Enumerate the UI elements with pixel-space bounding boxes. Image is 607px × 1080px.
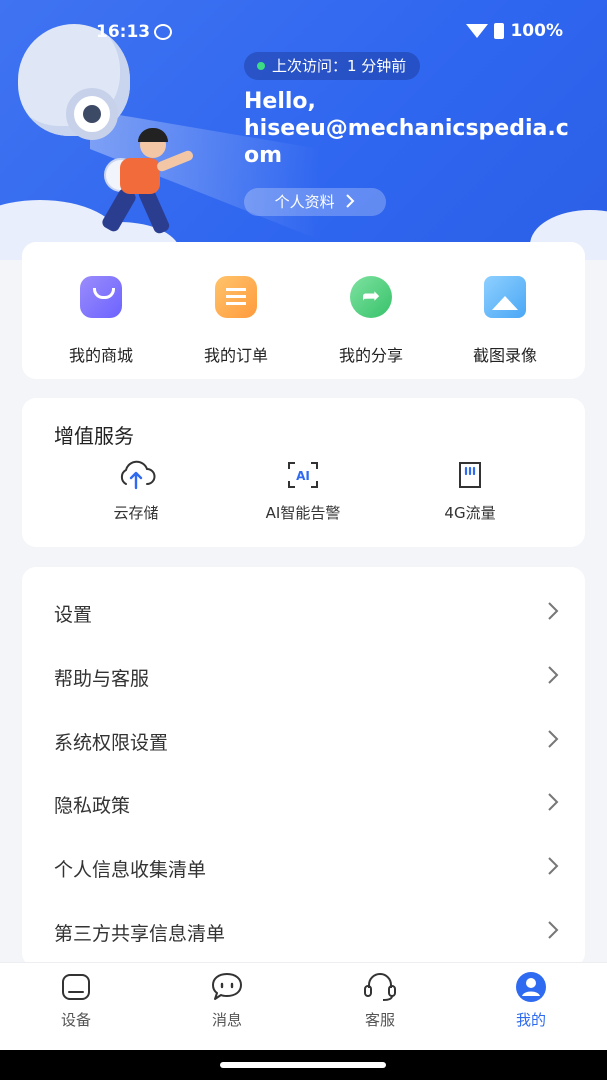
chevron-right-icon bbox=[543, 598, 563, 624]
quick-action-label: 截图录像 bbox=[472, 346, 537, 365]
menu-item-privacy-policy[interactable]: 隐私政策 bbox=[22, 771, 585, 834]
online-dot-icon bbox=[257, 62, 265, 70]
user-greeting: Hello, hiseeu@mechanicspedia.com bbox=[244, 88, 574, 169]
quick-action-orders[interactable]: 我的订单 bbox=[171, 276, 301, 366]
cloud-upload-icon bbox=[56, 460, 216, 490]
section-title: 增值服务 bbox=[54, 424, 134, 448]
quick-action-label: 我的订单 bbox=[203, 346, 268, 365]
quick-actions-card: 我的商城 我的订单 我的分享 截图录像 bbox=[22, 242, 585, 379]
menu-item-permissions[interactable]: 系统权限设置 bbox=[22, 708, 585, 771]
quick-action-share[interactable]: 我的分享 bbox=[306, 276, 436, 366]
battery-level: 100% bbox=[510, 21, 563, 41]
nav-label: 我的 bbox=[515, 1011, 546, 1029]
order-list-icon bbox=[215, 276, 257, 318]
svg-text:AI: AI bbox=[296, 469, 310, 483]
greeting-text: Hello, bbox=[244, 89, 316, 114]
chevron-right-icon bbox=[543, 917, 563, 943]
chevron-right-icon bbox=[339, 193, 355, 211]
nav-tab-mine[interactable]: 我的 bbox=[476, 971, 586, 1030]
menu-item-label: 设置 bbox=[54, 604, 93, 626]
nav-label: 消息 bbox=[211, 1011, 242, 1029]
message-icon bbox=[172, 971, 282, 1003]
chevron-right-icon bbox=[543, 662, 563, 688]
camera-lens-icon bbox=[66, 88, 118, 140]
home-indicator[interactable] bbox=[220, 1062, 386, 1068]
shopping-bag-icon bbox=[80, 276, 122, 318]
service-label: 4G流量 bbox=[444, 504, 496, 522]
settings-menu-card: 设置 帮助与客服 系统权限设置 隐私政策 个人信息收集清单 第三方共享信息清单 bbox=[22, 567, 585, 967]
menu-item-third-party-list[interactable]: 第三方共享信息清单 bbox=[22, 899, 585, 962]
user-icon bbox=[476, 971, 586, 1003]
menu-item-help[interactable]: 帮助与客服 bbox=[22, 644, 585, 707]
menu-item-label: 第三方共享信息清单 bbox=[54, 923, 226, 945]
illustration-body bbox=[120, 158, 160, 194]
profile-button-label: 个人资料 bbox=[274, 193, 335, 211]
service-cloud-storage[interactable]: 云存储 bbox=[56, 460, 216, 523]
profile-button[interactable]: 个人资料 bbox=[244, 188, 386, 216]
sim-card-icon bbox=[390, 460, 550, 490]
service-4g-data[interactable]: 4G流量 bbox=[390, 460, 550, 523]
menu-item-label: 系统权限设置 bbox=[54, 732, 169, 754]
notification-icon bbox=[154, 24, 172, 40]
service-ai-alarm[interactable]: AI AI智能告警 bbox=[223, 460, 383, 523]
service-label: 云存储 bbox=[113, 504, 159, 522]
headset-icon bbox=[325, 971, 435, 1003]
quick-action-label: 我的商城 bbox=[68, 346, 133, 365]
chevron-right-icon bbox=[543, 853, 563, 879]
menu-item-label: 隐私政策 bbox=[54, 795, 131, 817]
quick-action-mall[interactable]: 我的商城 bbox=[36, 276, 166, 366]
nav-label: 客服 bbox=[364, 1011, 395, 1029]
nav-label: 设备 bbox=[60, 1011, 91, 1029]
chevron-right-icon bbox=[543, 726, 563, 752]
last-visit-text: 上次访问：1 分钟前 bbox=[272, 57, 407, 75]
quick-action-screenshots[interactable]: 截图录像 bbox=[440, 276, 570, 366]
nav-tab-messages[interactable]: 消息 bbox=[172, 971, 282, 1030]
last-visit-badge: 上次访问：1 分钟前 bbox=[244, 52, 421, 80]
wifi-icon bbox=[466, 24, 489, 38]
menu-item-personal-info-list[interactable]: 个人信息收集清单 bbox=[22, 835, 585, 898]
status-indicators: 100% bbox=[466, 21, 563, 41]
image-icon bbox=[484, 276, 526, 318]
share-icon bbox=[350, 276, 392, 318]
menu-item-label: 帮助与客服 bbox=[54, 668, 150, 690]
device-icon bbox=[21, 971, 131, 1003]
value-services-card: 增值服务 云存储 AI AI智能告警 4G流量 bbox=[22, 398, 585, 547]
status-time: 16:13 bbox=[96, 22, 151, 42]
bottom-navigation: 设备 消息 客服 我的 bbox=[0, 962, 607, 1050]
quick-action-label: 我的分享 bbox=[338, 346, 403, 365]
service-label: AI智能告警 bbox=[265, 504, 341, 522]
menu-item-label: 个人信息收集清单 bbox=[54, 859, 207, 881]
nav-tab-devices[interactable]: 设备 bbox=[21, 971, 131, 1030]
user-email: hiseeu@mechanicspedia.com bbox=[244, 116, 569, 168]
ai-icon: AI bbox=[223, 460, 383, 490]
nav-tab-support[interactable]: 客服 bbox=[325, 971, 435, 1030]
battery-icon bbox=[494, 23, 505, 39]
menu-item-settings[interactable]: 设置 bbox=[22, 580, 585, 643]
chevron-right-icon bbox=[543, 789, 563, 815]
profile-header: 16:13 100% 上次访问：1 分钟前 Hello, hiseeu@mech… bbox=[0, 0, 607, 260]
system-navigation-bar bbox=[0, 1050, 607, 1080]
